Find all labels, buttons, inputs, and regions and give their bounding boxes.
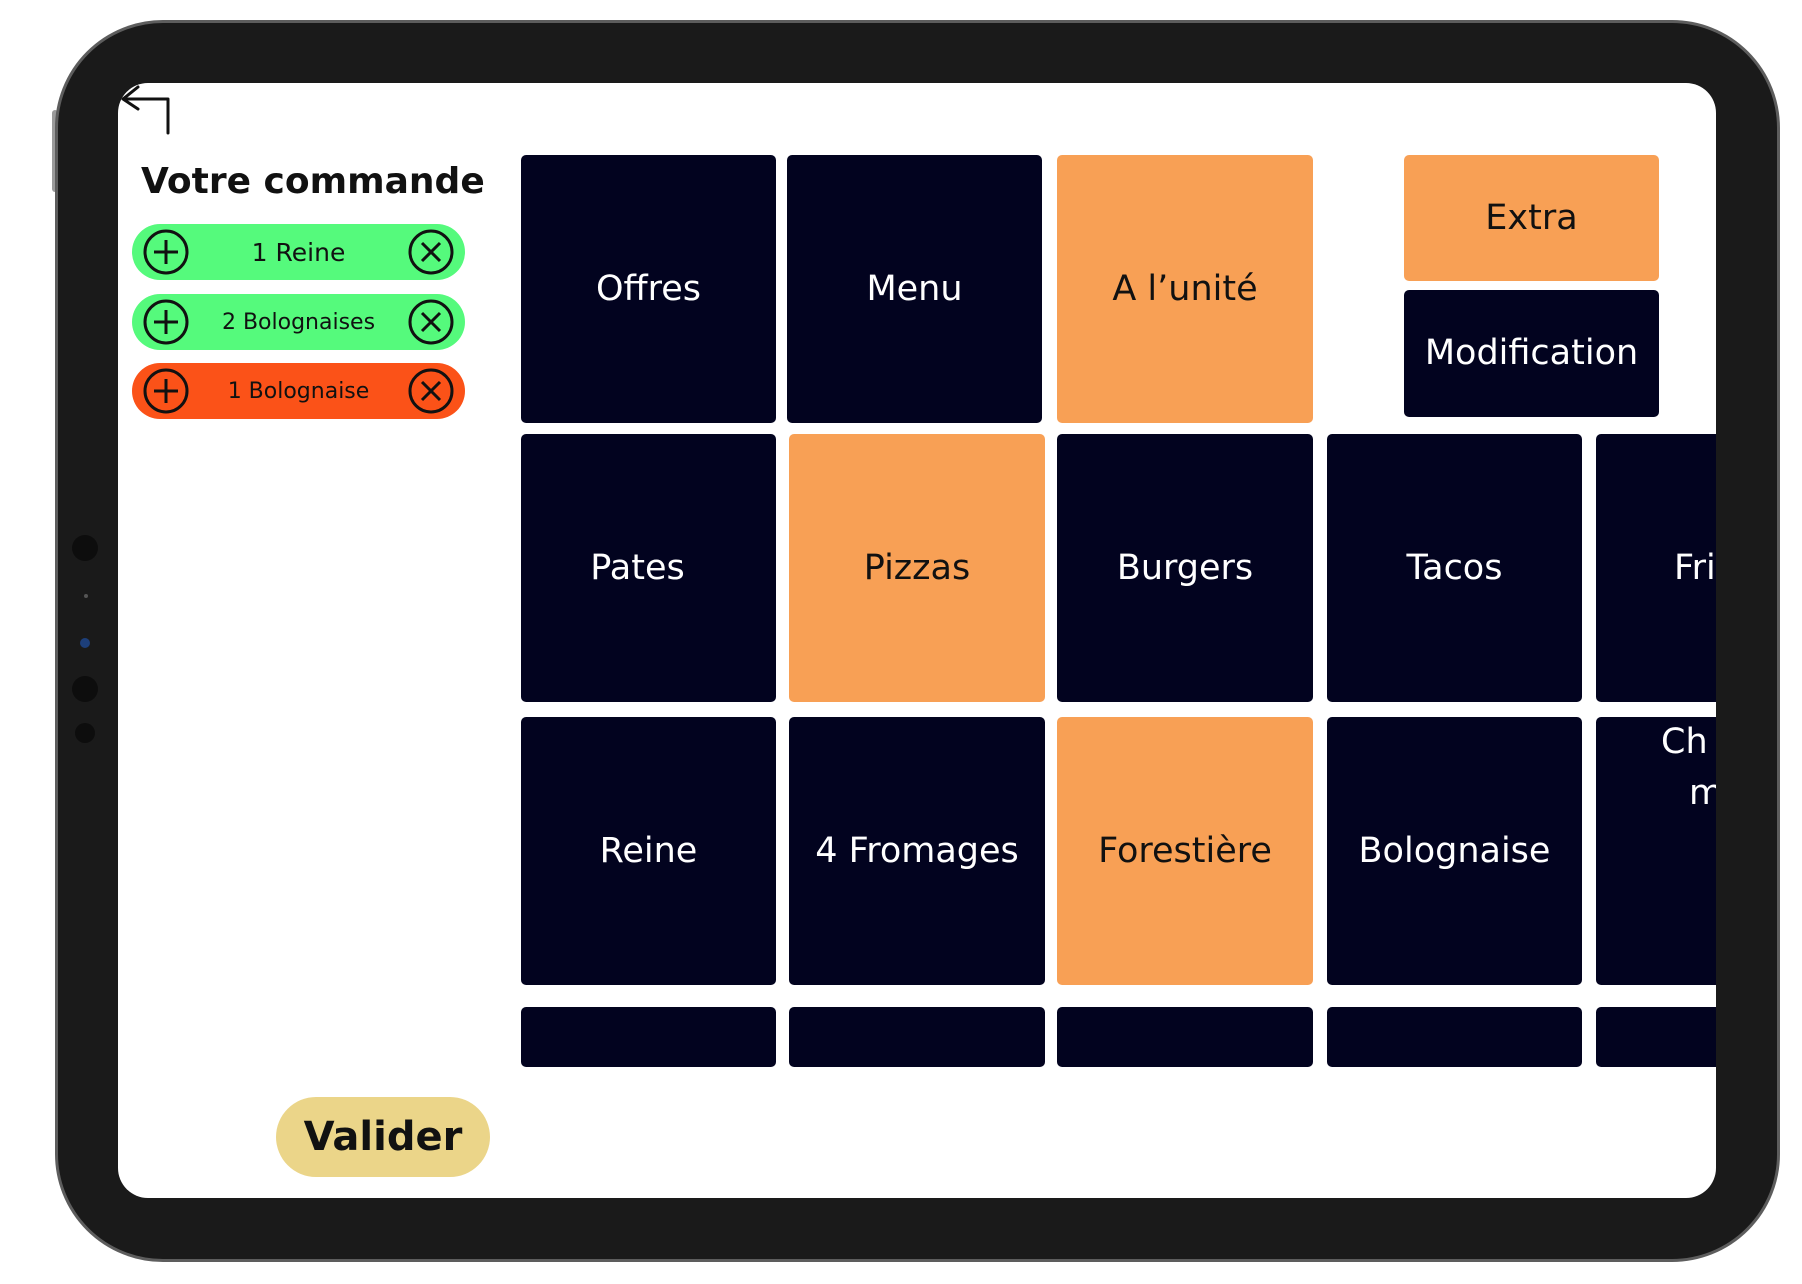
increase-quantity-button[interactable]: [142, 228, 190, 276]
sensor-dot: [72, 535, 98, 561]
sensor-dot: [75, 723, 95, 743]
product-partial-line1: Ch: [1661, 722, 1708, 762]
plus-circle-icon: [143, 299, 189, 345]
category-pates[interactable]: Pates: [521, 434, 776, 702]
increase-quantity-button[interactable]: [142, 298, 190, 346]
product-partial[interactable]: Ch m: [1596, 717, 1716, 985]
order-item: 1 Bolognaise: [132, 363, 465, 419]
tab-modification[interactable]: Modification: [1404, 290, 1659, 417]
product-partial-line2: m: [1689, 772, 1716, 813]
tab-a-l-unite[interactable]: A l’unité: [1057, 155, 1313, 423]
order-item-label: 1 Reine: [251, 237, 346, 267]
remove-item-button[interactable]: [407, 298, 455, 346]
sensor-dot: [84, 594, 88, 598]
validate-button[interactable]: Valider: [276, 1097, 490, 1177]
remove-item-button[interactable]: [407, 367, 455, 415]
product-tile[interactable]: [521, 1007, 776, 1067]
product-tile[interactable]: [1327, 1007, 1582, 1067]
increase-quantity-button[interactable]: [142, 367, 190, 415]
category-tacos[interactable]: Tacos: [1327, 434, 1582, 702]
tab-menu[interactable]: Menu: [787, 155, 1042, 423]
remove-item-button[interactable]: [407, 228, 455, 276]
close-circle-icon: [408, 368, 454, 414]
product-bolognaise[interactable]: Bolognaise: [1327, 717, 1582, 985]
product-reine[interactable]: Reine: [521, 717, 776, 985]
close-circle-icon: [408, 229, 454, 275]
app-screen: Votre commande 1 Reine 2 Bolognaises 1 B…: [118, 83, 1716, 1198]
camera-lens: [80, 638, 90, 648]
product-tile[interactable]: [1596, 1007, 1716, 1067]
close-circle-icon: [408, 299, 454, 345]
plus-circle-icon: [143, 229, 189, 275]
tab-offres[interactable]: Offres: [521, 155, 776, 423]
plus-circle-icon: [143, 368, 189, 414]
product-tile[interactable]: [789, 1007, 1045, 1067]
category-frites[interactable]: Fri: [1596, 434, 1716, 702]
category-burgers[interactable]: Burgers: [1057, 434, 1313, 702]
sensor-dot: [72, 676, 98, 702]
order-item: 1 Reine: [132, 224, 465, 280]
product-forestiere[interactable]: Forestière: [1057, 717, 1313, 985]
category-pizzas[interactable]: Pizzas: [789, 434, 1045, 702]
order-item-label: 2 Bolognaises: [221, 309, 376, 335]
order-item-label: 1 Bolognaise: [227, 378, 370, 404]
order-item: 2 Bolognaises: [132, 294, 465, 350]
product-tile[interactable]: [1057, 1007, 1313, 1067]
order-title: Votre commande: [141, 161, 485, 202]
product-4-fromages[interactable]: 4 Fromages: [789, 717, 1045, 985]
back-arrow-icon: [121, 85, 170, 135]
tab-extra[interactable]: Extra: [1404, 155, 1659, 281]
back-button[interactable]: [118, 83, 176, 135]
